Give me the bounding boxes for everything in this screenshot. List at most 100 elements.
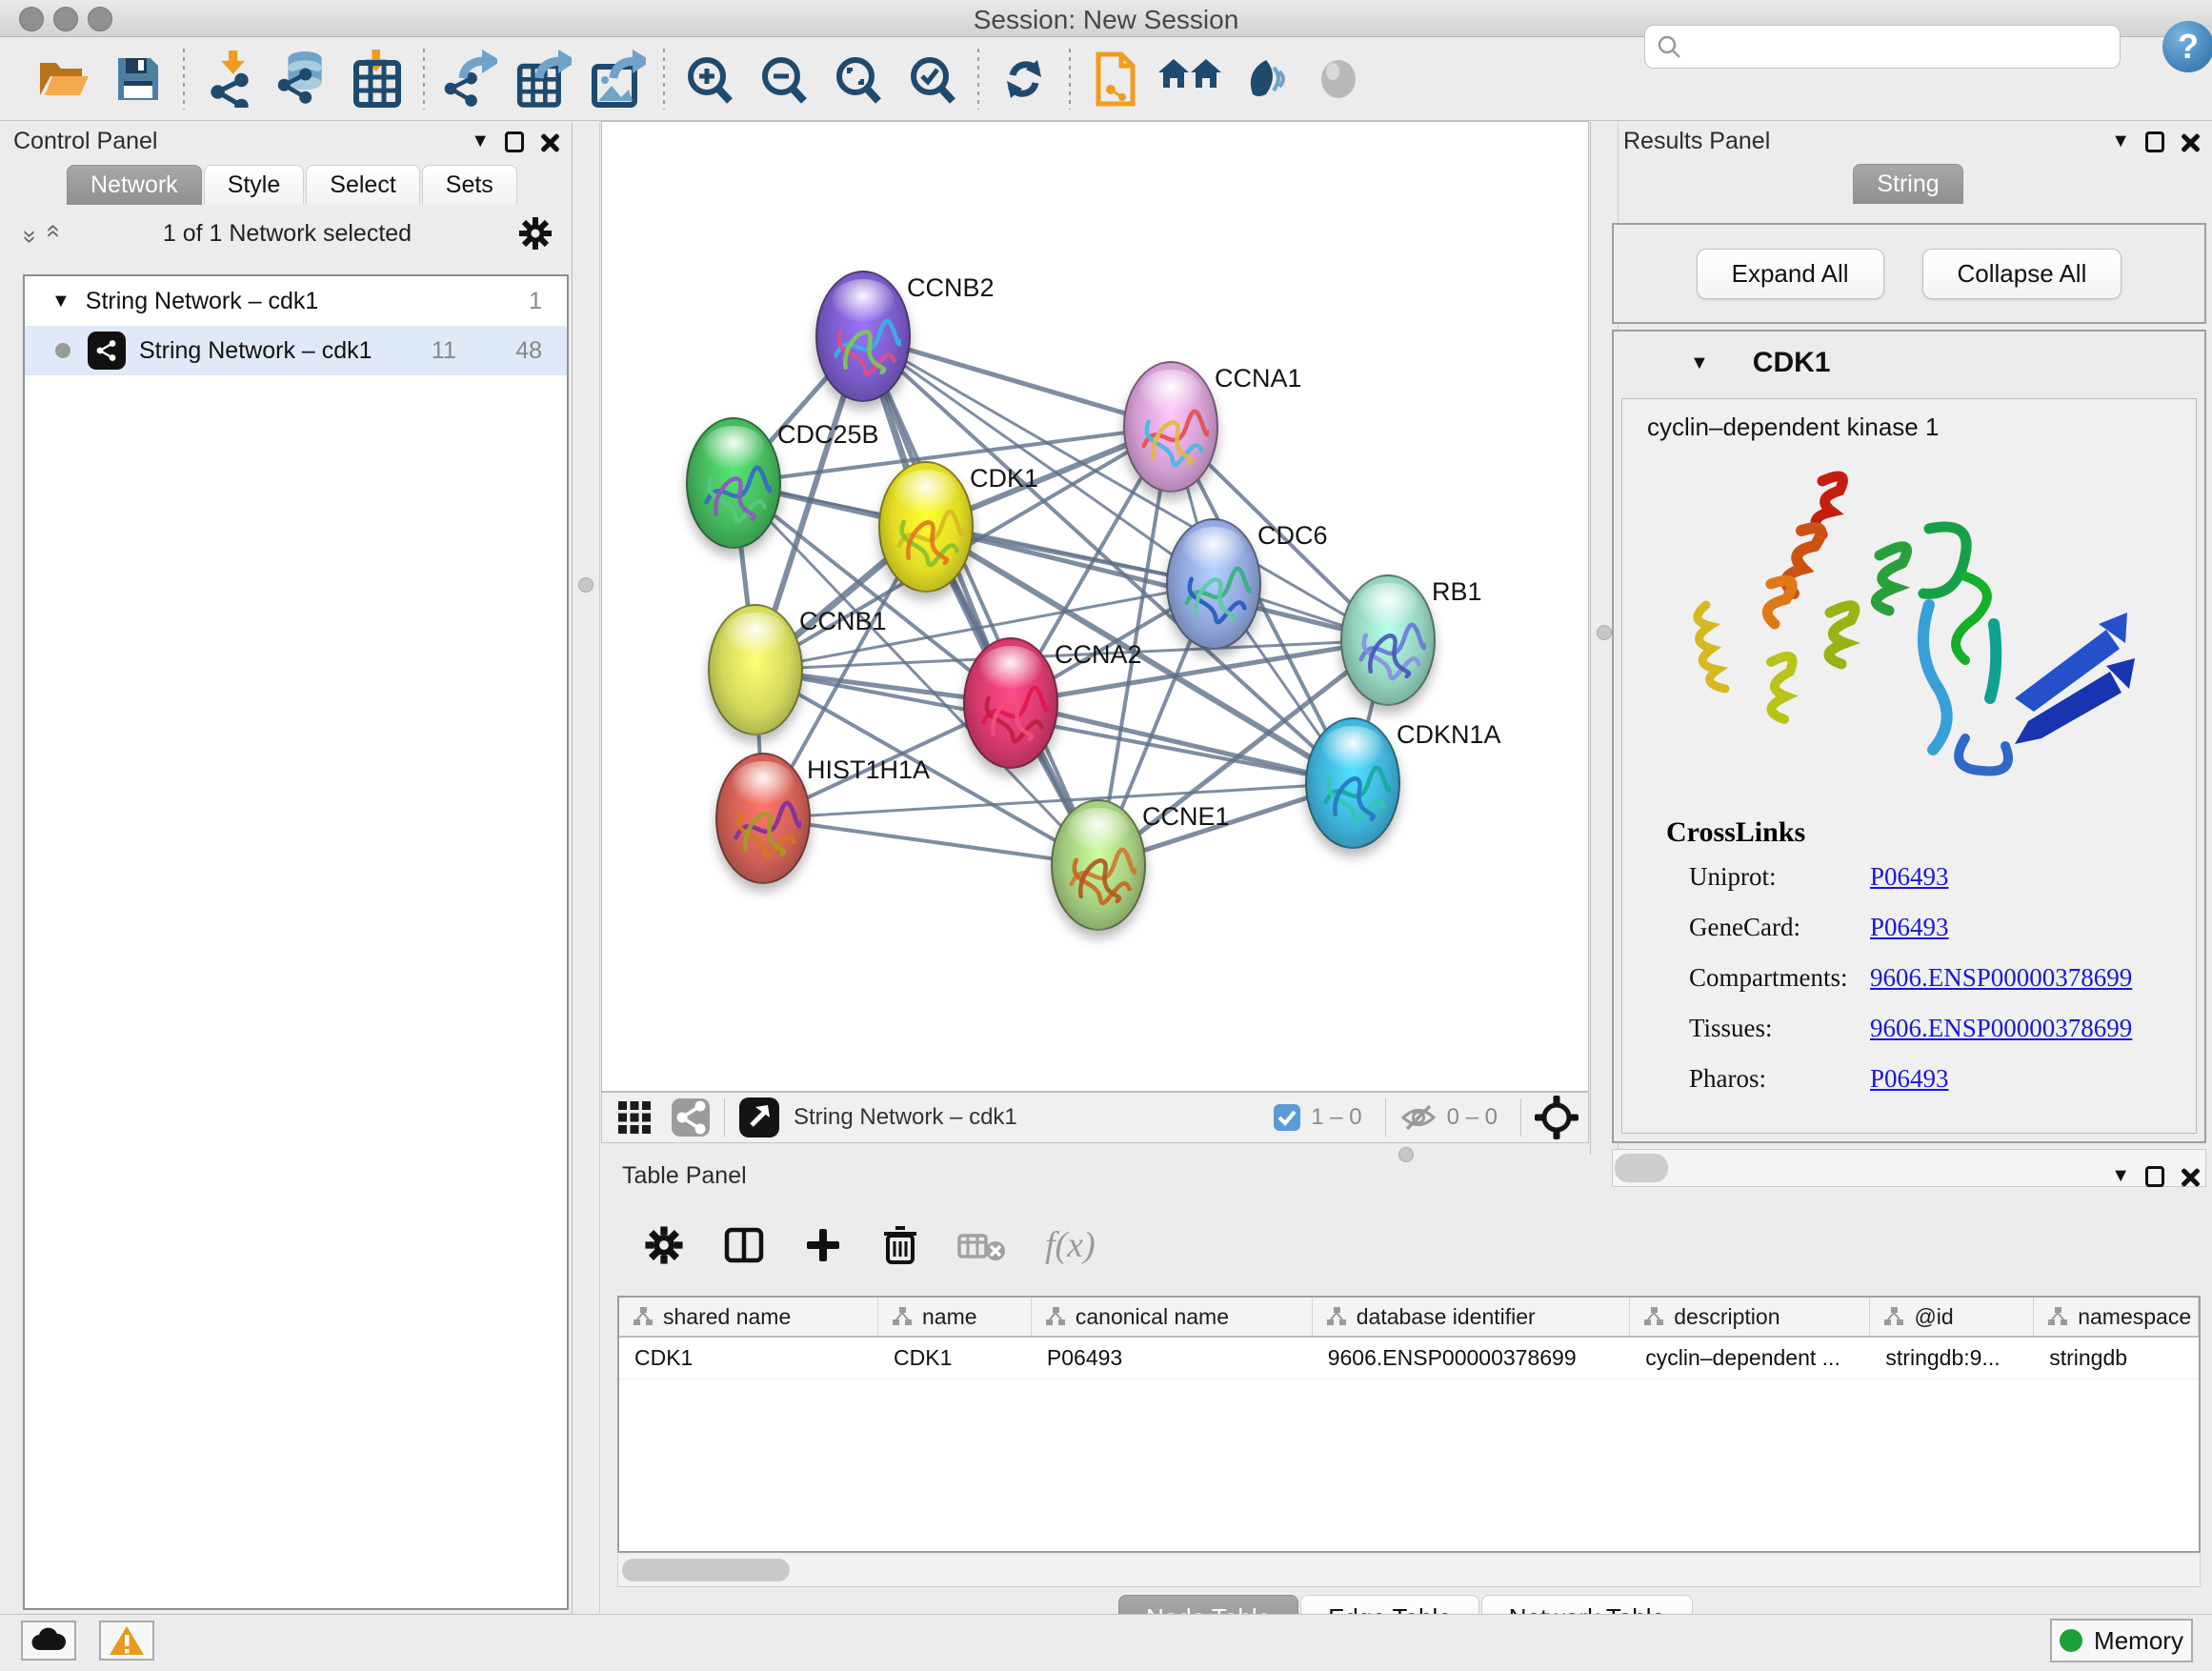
panel-menu-icon[interactable]: ▼ (2111, 131, 2130, 152)
selected-checkbox-icon[interactable] (1273, 1103, 1301, 1132)
node-CCNA2[interactable] (963, 637, 1058, 769)
tab-sets[interactable]: Sets (422, 165, 517, 205)
edge-CCNB2-CCNE1[interactable] (863, 336, 1098, 865)
crosslink-value[interactable]: 9606.ENSP00000378699 (1870, 963, 2132, 993)
import-table-icon[interactable] (341, 49, 415, 110)
save-session-icon[interactable] (101, 49, 175, 110)
node-label-CCNA1: CCNA1 (1215, 364, 1302, 393)
left-splitter-handle[interactable] (578, 577, 593, 593)
show-columns-icon[interactable] (723, 1224, 765, 1266)
collapse-all-button[interactable]: Collapse All (1922, 249, 2122, 299)
delete-column-trash-icon[interactable] (881, 1224, 919, 1266)
node-CDK1[interactable] (878, 461, 974, 593)
node-CCNB2[interactable] (815, 271, 911, 402)
help-button[interactable]: ? (2162, 21, 2212, 72)
column-header-namespace[interactable]: namespace (2034, 1298, 2199, 1336)
tree-expand-icon[interactable]: ▼ (51, 291, 70, 312)
expand-all-networks-icon[interactable]: » (37, 230, 67, 237)
network-canvas[interactable]: CCNB2CCNA1CDC25BCDK1CDC6RB1CCNB1CCNA2CDK… (601, 121, 1589, 1092)
crosslink-value[interactable]: 9606.ENSP00000378699 (1870, 1014, 2132, 1043)
table-row[interactable]: CDK1CDK1P064939606.ENSP00000378699cyclin… (619, 1338, 2199, 1379)
table-settings-gear-icon[interactable] (643, 1224, 685, 1266)
table-hscrollbar[interactable] (617, 1555, 2201, 1587)
gene-collapse-icon[interactable]: ▼ (1690, 352, 1709, 374)
crosslink-value[interactable]: P06493 (1870, 862, 1949, 892)
gear-icon[interactable] (518, 216, 553, 251)
edge-CCNA2-CDKN1A[interactable] (1011, 703, 1353, 783)
add-column-icon[interactable] (803, 1225, 843, 1265)
close-panel-icon[interactable] (2180, 1167, 2199, 1186)
tab-style[interactable]: Style (204, 165, 305, 205)
column-header-description[interactable]: description (1630, 1298, 1870, 1336)
float-panel-icon[interactable] (505, 131, 524, 152)
network-row[interactable]: String Network – cdk1 11 48 (25, 326, 567, 375)
refresh-icon[interactable] (987, 49, 1061, 110)
zoom-out-icon[interactable] (747, 49, 821, 110)
zoom-fit-content-icon[interactable] (821, 49, 895, 110)
node-CDKN1A[interactable] (1305, 717, 1400, 849)
node-CCNB1[interactable] (708, 604, 803, 735)
close-panel-icon[interactable] (2180, 132, 2199, 151)
memory-button[interactable]: Memory (2050, 1619, 2193, 1662)
gene-detail-card: cyclin–dependent kinase 1 (1621, 398, 2197, 1134)
node-CDC6[interactable] (1166, 518, 1261, 650)
export-network-icon[interactable] (432, 49, 507, 110)
node-CDC25B[interactable] (686, 417, 781, 549)
control-panel-title: Control Panel (13, 128, 157, 155)
tab-select[interactable]: Select (306, 165, 419, 205)
column-header-database-identifier[interactable]: database identifier (1313, 1298, 1631, 1336)
cell-canonical-name: P06493 (1032, 1338, 1313, 1379)
zoom-selected-icon[interactable] (895, 49, 970, 110)
node-RB1[interactable] (1340, 574, 1436, 706)
column-header-name[interactable]: name (878, 1298, 1032, 1336)
grid-view-icon[interactable] (615, 1098, 654, 1137)
export-image-icon[interactable] (581, 49, 655, 110)
panel-menu-icon[interactable]: ▼ (471, 131, 490, 152)
protein-thumbnail (1136, 395, 1209, 477)
import-network-icon[interactable] (192, 49, 267, 110)
column-header-canonical-name[interactable]: canonical name (1032, 1298, 1313, 1336)
left-splitter[interactable] (572, 122, 600, 1614)
zoom-in-icon[interactable] (673, 49, 747, 110)
fit-selected-crosshair-icon[interactable] (1535, 1096, 1579, 1139)
export-table-icon[interactable] (507, 49, 581, 110)
float-panel-icon[interactable] (2145, 131, 2164, 152)
open-session-icon[interactable] (27, 49, 101, 110)
tab-network[interactable]: Network (67, 165, 202, 205)
float-panel-icon[interactable] (2145, 1166, 2164, 1187)
crosslink-label: GeneCard: (1689, 913, 1870, 942)
search-input[interactable] (1681, 33, 2101, 60)
search-box[interactable] (1644, 25, 2121, 69)
results-scroll-area[interactable]: ▼ CDK1 cyclin–dependent kinase 1 (1612, 330, 2206, 1143)
crosslink-value[interactable]: P06493 (1870, 1064, 1949, 1094)
warning-button[interactable] (99, 1621, 154, 1661)
string-import-icon[interactable] (1078, 49, 1153, 110)
import-network-from-database-icon[interactable] (267, 49, 341, 110)
hide-graphics-icon[interactable] (1301, 49, 1376, 110)
edge-CCNE1-HIST1H1A[interactable] (763, 818, 1098, 865)
table-hscroll-thumb[interactable] (622, 1559, 790, 1581)
cloud-status-button[interactable] (21, 1621, 76, 1661)
crosslink-value[interactable]: P06493 (1870, 913, 1949, 942)
panel-menu-icon[interactable]: ▼ (2111, 1165, 2130, 1187)
network-view-icon[interactable] (671, 1097, 711, 1137)
tab-string[interactable]: String (1853, 164, 1962, 204)
enhanced-graphics-icon[interactable] (1227, 49, 1301, 110)
node-HIST1H1A[interactable] (715, 753, 811, 884)
hidden-nodes-edges: 0 – 0 (1447, 1104, 1498, 1131)
close-panel-icon[interactable] (539, 132, 558, 151)
home-icon[interactable] (1153, 49, 1227, 110)
expand-all-button[interactable]: Expand All (1697, 249, 1884, 299)
cell--id: stringdb:9... (1870, 1338, 2034, 1379)
node-table[interactable]: shared namenamecanonical namedatabase id… (617, 1296, 2201, 1553)
node-CCNA1[interactable] (1123, 361, 1218, 493)
crosslink-label: Tissues: (1689, 1014, 1870, 1043)
column-header--id[interactable]: @id (1870, 1298, 2034, 1336)
node-CCNE1[interactable] (1051, 799, 1146, 931)
column-header-shared-name[interactable]: shared name (619, 1298, 878, 1336)
table-toolbar: f(x) (643, 1215, 2212, 1276)
application-window: Session: New Session ? Control Panel ▼ N… (0, 0, 2212, 1671)
network-collection-row[interactable]: ▼ String Network – cdk1 1 (25, 276, 567, 326)
birds-eye-view-icon[interactable] (738, 1097, 780, 1138)
node-label-CCNB1: CCNB1 (799, 607, 887, 636)
